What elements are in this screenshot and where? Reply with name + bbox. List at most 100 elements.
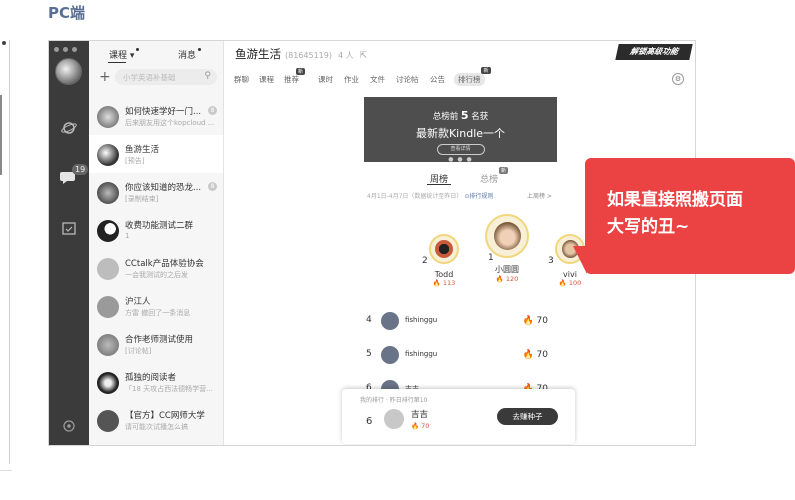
new-mark: 新 xyxy=(499,167,509,174)
date-text: 4月1日-4月7日（数据统计至昨日） xyxy=(367,193,463,200)
avatar xyxy=(429,234,459,264)
group-title-bar: 鱼游生活 (81645119) 4 人 ⇱ xyxy=(235,46,367,62)
tab-course[interactable]: 课程 xyxy=(259,74,274,85)
banner-text-a: 总榜前 xyxy=(432,112,459,122)
tab-files[interactable]: 文件 xyxy=(370,74,385,85)
rank-tabs: 周榜 总榜 新 xyxy=(364,167,557,188)
search-input[interactable]: 小学英语补基础 ⚲ xyxy=(115,69,217,85)
last-week-link[interactable]: 上周榜 > xyxy=(527,191,552,200)
my-rank-number: 6 xyxy=(366,416,373,427)
list-item[interactable]: 【官方】CC网师大学 请可能次试播怎么搞 xyxy=(89,401,223,439)
prize-banner[interactable]: 总榜前 5 名获 最新款Kindle一个 查看详情 ● ● ● xyxy=(364,97,557,163)
tab-recommend-label: 推荐 xyxy=(284,75,299,84)
calendar-icon[interactable] xyxy=(60,219,78,237)
tab-leaderboard[interactable]: 排行榜新 xyxy=(454,67,491,86)
tab-course[interactable]: 课程 ▾ xyxy=(109,48,140,61)
new-mark: 新 xyxy=(295,68,305,75)
settings-icon[interactable] xyxy=(60,417,78,435)
score-value: 113 xyxy=(442,279,456,287)
planet-icon[interactable] xyxy=(60,119,78,137)
avatar xyxy=(97,410,119,432)
window-maximize-dot[interactable] xyxy=(72,47,77,52)
page-heading: PC端 xyxy=(48,4,86,22)
item-subtitle: 请可能次试播怎么搞 xyxy=(125,423,188,431)
list-item-selected[interactable]: 鱼游生活 [预告] xyxy=(89,135,223,173)
user-avatar[interactable] xyxy=(55,58,82,85)
item-title: 鱼游生活 xyxy=(125,145,160,155)
item-title: 沪江人 xyxy=(125,297,151,307)
earn-seeds-button[interactable]: 去赚种子 xyxy=(497,408,558,425)
list-item[interactable]: 合作老师测试使用 [讨论帖] xyxy=(89,325,223,363)
tab-message[interactable]: 消息 xyxy=(178,48,202,61)
item-subtitle: 1 xyxy=(125,232,130,240)
callout-text: 如果直接照搬页面 大写的丑~ xyxy=(607,187,787,241)
carousel-dots: ● ● ● xyxy=(448,156,473,163)
item-subtitle: [录制结束] xyxy=(125,195,159,203)
banner-prize: 最新款Kindle一个 xyxy=(415,127,506,140)
face-icon xyxy=(435,240,453,258)
podium-name: 小圆圆 xyxy=(495,265,519,274)
callout-line-1: 如果直接照搬页面 xyxy=(607,190,743,210)
item-title: 【官方】CC网师大学 xyxy=(125,411,205,421)
rank-row[interactable]: 5 fishinggu 🔥 70 xyxy=(366,343,556,367)
rank-number: 1 xyxy=(488,253,494,263)
rank-number: 3 xyxy=(548,256,554,266)
score-value: 70 xyxy=(421,422,430,430)
tab-discussion[interactable]: 讨论帖 xyxy=(396,74,419,85)
list-item[interactable]: 收费功能测试二群 1 xyxy=(89,211,223,249)
item-subtitle: [讨论帖] xyxy=(125,347,152,355)
window-minimize-dot[interactable] xyxy=(63,47,68,52)
my-score: 🔥 70 xyxy=(411,422,429,430)
fire-icon: 🔥 xyxy=(495,275,504,283)
my-rank-card: 我的排行 · 昨日排行第10 6 吉吉 🔥 70 去赚种子 xyxy=(342,389,575,444)
date-range: 4月1日-4月7日（数据统计至昨日） ⊙排行规则 xyxy=(367,191,493,200)
list-item[interactable]: CCtalk产品体验协会 一会我测试的之后发 xyxy=(89,249,223,287)
face-icon xyxy=(494,222,521,250)
banner-details-button[interactable]: 查看详情 xyxy=(436,144,485,155)
item-title: 收费功能测试二群 xyxy=(125,221,194,231)
avatar xyxy=(485,214,529,258)
score-value: 70 xyxy=(536,316,548,326)
tab-total[interactable]: 总榜 xyxy=(480,172,498,185)
gear-icon[interactable]: ⚙ xyxy=(672,73,684,85)
adjacent-panel-edge xyxy=(0,40,10,464)
item-badge: 8 xyxy=(208,106,217,115)
banner-number: 5 xyxy=(460,109,469,122)
external-link-icon[interactable]: ⇱ xyxy=(360,51,368,61)
podium-score: 🔥 100 xyxy=(548,279,592,287)
tab-lessons[interactable]: 课时 xyxy=(318,74,333,85)
search-icon: ⚲ xyxy=(204,71,211,81)
tab-homework[interactable]: 作业 xyxy=(344,74,359,85)
rules-link[interactable]: ⊙排行规则 xyxy=(464,193,493,200)
podium-second[interactable]: 2 Todd 🔥 113 xyxy=(422,234,466,287)
fire-icon: 🔥 xyxy=(522,350,534,360)
list-item[interactable]: 如何快速学好一门... 后来朋友用这个kopcloud ... 8 xyxy=(89,97,223,135)
podium-first[interactable]: 1 小圆圆 🔥 120 xyxy=(483,214,531,283)
avatar xyxy=(97,106,119,128)
add-icon[interactable]: + xyxy=(99,70,111,84)
list-item[interactable]: 沪江人 方雷 撤回了一条消息 xyxy=(89,287,223,325)
list-item[interactable]: 你应该知道的恐龙... [录制结束] 8 xyxy=(89,173,223,211)
item-title: CCtalk产品体验协会 xyxy=(125,259,204,269)
active-tab-underline xyxy=(108,62,126,63)
rank-number: 4 xyxy=(366,315,372,325)
banner-text-b: 名获 xyxy=(471,112,489,122)
my-rank-label: 我的排行 · 昨日排行第10 xyxy=(360,397,428,404)
tab-chat[interactable]: 群聊 xyxy=(234,74,249,85)
avatar xyxy=(97,182,119,204)
score-value: 70 xyxy=(536,350,548,360)
member-count[interactable]: 4 人 xyxy=(338,51,354,60)
edge-dot xyxy=(2,41,6,45)
avatar xyxy=(97,220,119,242)
score-value: 120 xyxy=(505,275,519,283)
rank-row[interactable]: 4 fishinggu 🔥 70 xyxy=(366,309,556,333)
avatar xyxy=(97,258,119,280)
unlock-premium-logo[interactable]: 解锁高级功能 xyxy=(615,44,693,60)
item-title: 孤独的阅读者 xyxy=(125,373,177,383)
tab-announcement[interactable]: 公告 xyxy=(430,74,445,85)
window-close-dot[interactable] xyxy=(54,47,59,52)
rank-number: 5 xyxy=(366,349,372,359)
list-item[interactable]: 孤独的阅读者 「18 天攻占西法德畅学营... xyxy=(89,363,223,401)
fire-icon: 🔥 xyxy=(432,279,441,287)
tab-recommend[interactable]: 推荐新 xyxy=(284,68,305,85)
